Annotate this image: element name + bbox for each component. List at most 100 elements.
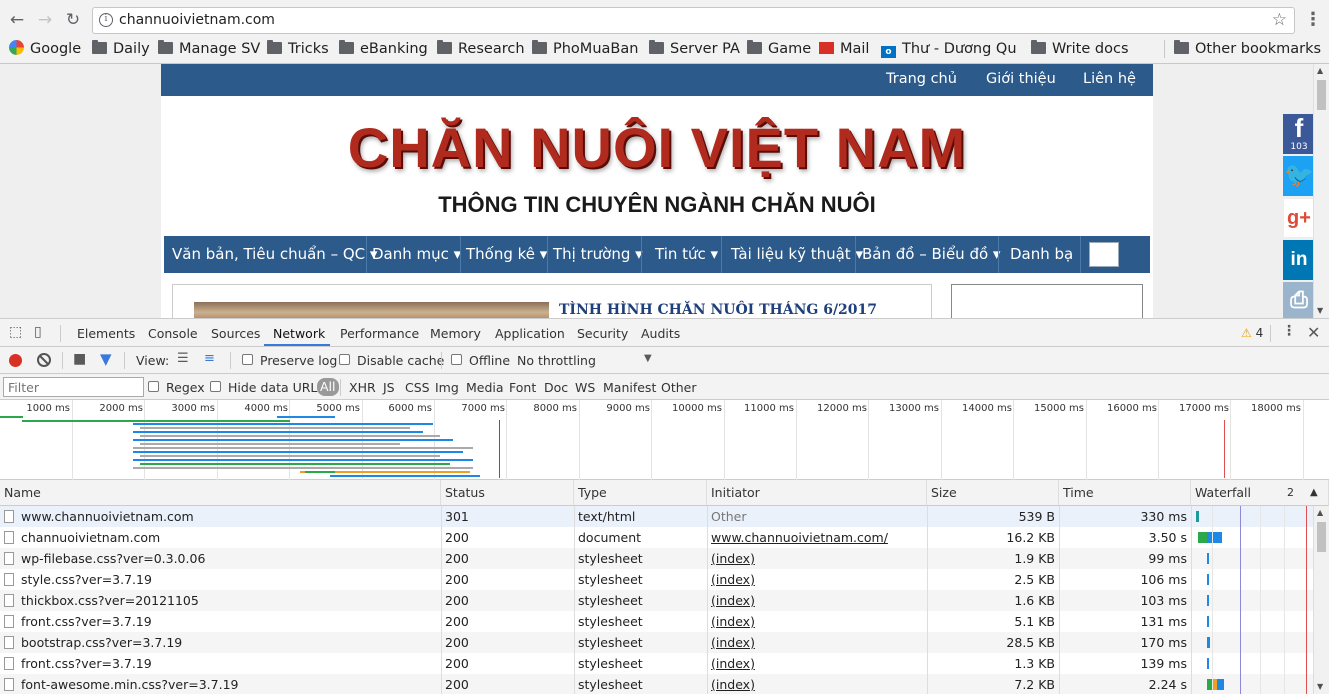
news-thumbnail[interactable] <box>194 302 549 318</box>
waterfall-bar[interactable] <box>1207 553 1209 564</box>
nav-danh-ba[interactable]: Danh bạ <box>1010 236 1073 273</box>
facebook-share-button[interactable]: f 103 <box>1283 114 1315 154</box>
filter-all[interactable]: All <box>317 378 339 396</box>
tab-console[interactable]: Console <box>148 326 198 341</box>
initiator-link[interactable]: (index) <box>711 593 755 608</box>
scroll-up-icon[interactable]: ▲ <box>1317 66 1323 75</box>
filter-font[interactable]: Font <box>509 380 536 395</box>
column-header-size[interactable]: Size <box>927 480 1059 506</box>
large-rows-icon[interactable]: ☰ <box>177 351 189 366</box>
clear-button[interactable] <box>37 353 51 367</box>
request-row[interactable]: front.css?ver=3.7.19 200 stylesheet (index)… <box>0 611 1313 632</box>
initiator-link[interactable]: (index) <box>711 614 755 629</box>
preserve-log-checkbox[interactable] <box>242 354 253 365</box>
initiator-link[interactable]: (index) <box>711 677 755 692</box>
site-info-icon[interactable]: i <box>99 13 113 27</box>
record-button[interactable] <box>9 354 22 367</box>
back-arrow-icon[interactable]: ← <box>6 8 28 32</box>
page-scrollbar[interactable]: ▲ ▼ <box>1313 64 1329 318</box>
bookmark-research[interactable]: Research <box>437 39 525 59</box>
bookmark-tricks[interactable]: Tricks <box>267 39 329 59</box>
other-bookmarks[interactable]: Other bookmarks <box>1174 39 1321 59</box>
top-nav-contact[interactable]: Liên hệ <box>1083 71 1136 87</box>
address-bar[interactable]: i channuoivietnam.com ☆ <box>92 7 1295 34</box>
hide-data-urls-checkbox[interactable] <box>210 381 221 392</box>
camera-icon[interactable]: ■ <box>73 351 86 367</box>
twitter-share-button[interactable]: 🐦 <box>1283 156 1315 196</box>
site-logo-title[interactable]: CHĂN NUÔI VIỆT NAM <box>161 116 1153 180</box>
filter-js[interactable]: JS <box>383 380 395 395</box>
nav-tai-lieu[interactable]: Tài liệu kỹ thuật ▾ <box>731 236 863 273</box>
google-plus-share-button[interactable]: g+ <box>1283 198 1315 238</box>
reload-icon[interactable]: ↻ <box>62 8 84 32</box>
initiator-link[interactable]: (index) <box>711 656 755 671</box>
request-name-cell[interactable]: front.css?ver=3.7.19 <box>0 611 441 632</box>
nav-thi-truong[interactable]: Thị trường ▾ <box>553 236 643 273</box>
request-row[interactable]: front.css?ver=3.7.19 200 stylesheet (index)… <box>0 653 1313 674</box>
throttling-select[interactable]: No throttling <box>517 353 596 368</box>
filter-media[interactable]: Media <box>466 380 504 395</box>
request-row[interactable]: channuoivietnam.com 200 document www.channu… <box>0 527 1313 548</box>
nav-van-ban[interactable]: Văn bản, Tiêu chuẩn – QC ▾ <box>172 236 377 273</box>
bookmark-ebanking[interactable]: eBanking <box>339 39 428 59</box>
bookmark-server-pa[interactable]: Server PA <box>649 39 740 59</box>
waterfall-bar[interactable] <box>1207 616 1209 627</box>
filter-ws[interactable]: WS <box>575 380 595 395</box>
top-nav-home[interactable]: Trang chủ <box>886 71 957 87</box>
tab-security[interactable]: Security <box>577 326 628 341</box>
network-overview[interactable]: 1000 ms 2000 ms 3000 ms 4000 ms 5000 ms … <box>0 400 1329 485</box>
bookmark-manage-sv[interactable]: Manage SV <box>158 39 260 59</box>
waterfall-bar[interactable] <box>1198 532 1207 543</box>
close-devtools-icon[interactable]: ✕ <box>1307 323 1320 342</box>
news-title[interactable]: TÌNH HÌNH CHĂN NUÔI THÁNG 6/2017 <box>559 302 877 318</box>
offline-checkbox[interactable] <box>451 354 462 365</box>
tab-memory[interactable]: Memory <box>430 326 481 341</box>
device-toolbar-icon[interactable]: ▯ <box>34 324 42 340</box>
browser-menu-icon[interactable]: ⋮ <box>1304 9 1322 31</box>
waterfall-bar[interactable] <box>1196 511 1199 522</box>
nav-tin-tuc[interactable]: Tin tức ▾ <box>655 236 718 273</box>
filter-css[interactable]: CSS <box>405 380 430 395</box>
request-row[interactable]: style.css?ver=3.7.19 200 stylesheet (index)… <box>0 569 1313 590</box>
page-scrollbar-thumb[interactable] <box>1317 80 1326 110</box>
broken-image-icon[interactable] <box>1089 242 1119 267</box>
bookmark-phomuaban[interactable]: PhoMuaBan <box>532 39 638 59</box>
tab-performance[interactable]: Performance <box>340 326 419 341</box>
column-header-type[interactable]: Type <box>574 480 707 506</box>
nav-ban-do[interactable]: Bản đồ – Biểu đồ ▾ <box>862 236 1000 273</box>
bookmark-star-icon[interactable]: ☆ <box>1272 10 1287 30</box>
scroll-down-icon[interactable]: ▼ <box>1317 306 1323 315</box>
initiator-link[interactable]: (index) <box>711 551 755 566</box>
waterfall-bar[interactable] <box>1207 595 1209 606</box>
tab-audits[interactable]: Audits <box>641 326 680 341</box>
initiator-link[interactable]: (index) <box>711 635 755 650</box>
address-url[interactable]: channuoivietnam.com <box>119 12 275 28</box>
column-header-initiator[interactable]: Initiator <box>707 480 927 506</box>
request-name-cell[interactable]: font-awesome.min.css?ver=3.7.19 <box>0 674 441 694</box>
regex-checkbox[interactable] <box>148 381 159 392</box>
initiator-link[interactable]: www.channuoivietnam.com/ <box>711 530 888 545</box>
column-header-name[interactable]: Name <box>0 480 441 506</box>
request-name-cell[interactable]: style.css?ver=3.7.19 <box>0 569 441 590</box>
tab-sources[interactable]: Sources <box>211 326 260 341</box>
request-name-cell[interactable]: www.channuoivietnam.com <box>0 506 441 527</box>
request-row[interactable]: font-awesome.min.css?ver=3.7.19 200 styles… <box>0 674 1313 694</box>
filter-xhr[interactable]: XHR <box>349 380 376 395</box>
tab-application[interactable]: Application <box>495 326 565 341</box>
request-name-cell[interactable]: front.css?ver=3.7.19 <box>0 653 441 674</box>
column-header-time[interactable]: Time <box>1059 480 1191 506</box>
overview-icon[interactable]: ≡ <box>204 351 215 366</box>
column-header-status[interactable]: Status <box>441 480 574 506</box>
request-name-cell[interactable]: channuoivietnam.com <box>0 527 441 548</box>
bookmark-mail[interactable]: Mail <box>819 39 869 59</box>
filter-input[interactable] <box>3 377 144 397</box>
initiator-link[interactable]: (index) <box>711 572 755 587</box>
devtools-menu-icon[interactable]: ⋮ <box>1282 323 1296 339</box>
nav-danh-muc[interactable]: Danh mục ▾ <box>372 236 461 273</box>
waterfall-bar[interactable] <box>1217 679 1224 690</box>
request-row[interactable]: wp-filebase.css?ver=0.3.0.06 200 styleshee… <box>0 548 1313 569</box>
tab-network[interactable]: Network <box>273 326 325 341</box>
bookmark-daily[interactable]: Daily <box>92 39 150 59</box>
request-row[interactable]: www.channuoivietnam.com 301 text/html Other… <box>0 506 1313 527</box>
linkedin-share-button[interactable]: in <box>1283 240 1315 280</box>
